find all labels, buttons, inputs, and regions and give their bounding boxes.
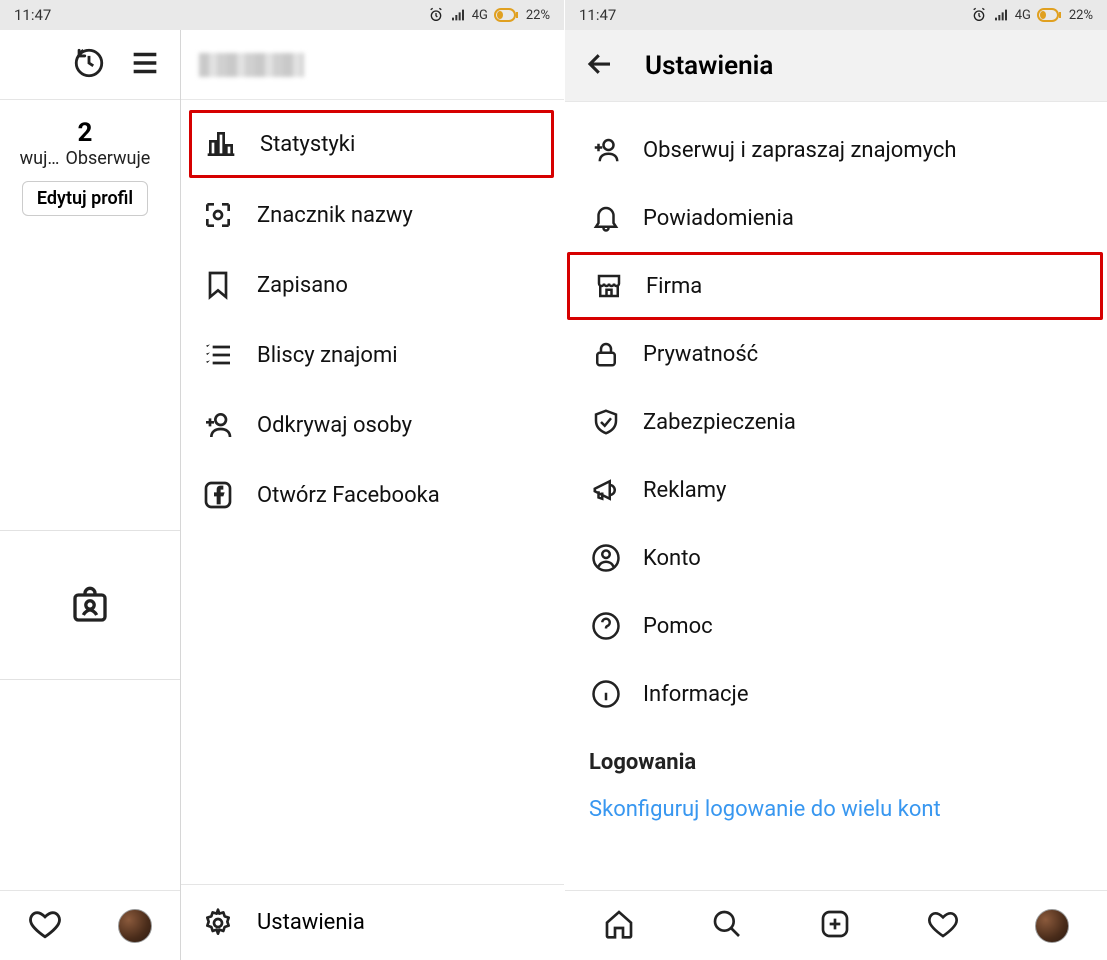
archive-icon[interactable] <box>72 46 106 84</box>
settings-item-account[interactable]: Konto <box>565 524 1107 592</box>
menu-label: Odkrywaj osoby <box>257 413 412 438</box>
settings-label: Firma <box>646 274 702 299</box>
storefront-icon <box>592 269 626 303</box>
logins-section-header: Logowania <box>565 728 1107 785</box>
phone-screenshot-left: 11:47 4G 22% 2 wuj… Obserwuje Edytuj pro… <box>0 0 565 960</box>
status-time: 11:47 <box>579 6 616 24</box>
info-icon <box>589 677 623 711</box>
help-icon <box>589 609 623 643</box>
alarm-icon <box>971 7 987 23</box>
side-menu-header <box>181 30 564 100</box>
profile-avatar-icon[interactable] <box>118 909 152 943</box>
profile-background: 2 wuj… Obserwuje Edytuj profil <box>0 30 180 890</box>
menu-label: Statystyki <box>260 132 355 157</box>
back-arrow-icon[interactable] <box>585 49 615 83</box>
activity-icon[interactable] <box>927 908 959 944</box>
add-person-icon <box>589 133 623 167</box>
menu-item-statistics[interactable]: Statystyki <box>189 110 554 178</box>
menu-label: Otwórz Facebooka <box>257 483 440 508</box>
settings-label: Konto <box>643 546 701 571</box>
profile-toolbar <box>0 30 180 100</box>
side-menu-list: Statystyki Znacznik nazwy Zapisano Blisc… <box>181 100 564 538</box>
stat-label-following: Obserwuje <box>65 148 150 169</box>
signal-icon <box>450 7 466 23</box>
nametag-icon <box>201 198 235 232</box>
bookmark-icon <box>201 268 235 302</box>
settings-label: Ustawienia <box>257 910 365 935</box>
facebook-icon <box>201 478 235 512</box>
battery-icon <box>494 8 520 22</box>
gear-icon <box>201 906 235 940</box>
side-menu-panel: Statystyki Znacznik nazwy Zapisano Blisc… <box>180 30 564 960</box>
menu-item-saved[interactable]: Zapisano <box>181 250 564 320</box>
page-title: Ustawienia <box>645 51 773 81</box>
battery-icon <box>1037 8 1063 22</box>
status-indicators: 4G 22% <box>971 7 1093 23</box>
shield-icon <box>589 405 623 439</box>
menu-item-open-facebook[interactable]: Otwórz Facebooka <box>181 460 564 530</box>
bottom-nav-partial <box>0 890 180 960</box>
settings-item-ads[interactable]: Reklamy <box>565 456 1107 524</box>
megaphone-icon <box>589 473 623 507</box>
settings-label: Prywatność <box>643 342 758 367</box>
bottom-nav <box>565 890 1107 960</box>
settings-header: Ustawienia <box>565 30 1107 102</box>
network-label: 4G <box>1015 8 1031 23</box>
status-bar: 11:47 4G 22% <box>565 0 1107 30</box>
settings-item-privacy[interactable]: Prywatność <box>565 320 1107 388</box>
settings-item-about[interactable]: Informacje <box>565 660 1107 728</box>
settings-label: Obserwuj i zapraszaj znajomych <box>643 138 957 163</box>
statistics-icon <box>204 127 238 161</box>
menu-item-discover-people[interactable]: Odkrywaj osoby <box>181 390 564 460</box>
phone-screenshot-right: 11:47 4G 22% Ustawienia Obserwuj i zapra… <box>565 0 1107 960</box>
settings-label: Zabezpieczenia <box>643 410 796 435</box>
settings-item-help[interactable]: Pomoc <box>565 592 1107 660</box>
settings-label: Reklamy <box>643 478 726 503</box>
tagged-photo-icon <box>70 585 110 625</box>
network-label: 4G <box>472 8 488 23</box>
add-person-icon <box>201 408 235 442</box>
close-friends-icon <box>201 338 235 372</box>
bell-icon <box>589 201 623 235</box>
profile-stats: 2 wuj… Obserwuje Edytuj profil <box>0 100 180 216</box>
status-bar: 11:47 4G 22% <box>0 0 564 30</box>
menu-item-close-friends[interactable]: Bliscy znajomi <box>181 320 564 390</box>
menu-label: Bliscy znajomi <box>257 343 398 368</box>
home-icon[interactable] <box>603 908 635 944</box>
stat-label-truncated: wuj… <box>20 148 60 169</box>
menu-label: Znacznik nazwy <box>257 203 413 228</box>
settings-label: Informacje <box>643 682 749 707</box>
settings-label: Pomoc <box>643 614 713 639</box>
status-time: 11:47 <box>14 6 51 24</box>
signal-icon <box>993 7 1009 23</box>
search-icon[interactable] <box>711 908 743 944</box>
hamburger-menu-icon[interactable] <box>128 46 162 84</box>
profile-avatar-icon[interactable] <box>1035 909 1069 943</box>
configure-multi-login-link[interactable]: Skonfiguruj logowanie do wielu kont <box>565 785 1107 842</box>
settings-label: Powiadomienia <box>643 206 794 231</box>
tagged-posts-placeholder[interactable] <box>0 530 180 680</box>
settings-list: Obserwuj i zapraszaj znajomych Powiadomi… <box>565 102 1107 842</box>
followers-count[interactable]: 2 <box>0 118 170 148</box>
account-icon <box>589 541 623 575</box>
settings-item-security[interactable]: Zabezpieczenia <box>565 388 1107 456</box>
battery-pct: 22% <box>526 8 550 23</box>
side-menu-settings[interactable]: Ustawienia <box>181 884 564 960</box>
alarm-icon <box>428 7 444 23</box>
add-post-icon[interactable] <box>819 908 851 944</box>
menu-label: Zapisano <box>257 273 348 298</box>
settings-item-follow-invite[interactable]: Obserwuj i zapraszaj znajomych <box>565 116 1107 184</box>
username-blurred <box>199 53 304 77</box>
settings-item-business[interactable]: Firma <box>567 252 1103 320</box>
status-indicators: 4G 22% <box>428 7 550 23</box>
settings-item-notifications[interactable]: Powiadomienia <box>565 184 1107 252</box>
lock-icon <box>589 337 623 371</box>
activity-icon[interactable] <box>28 907 62 945</box>
menu-item-nametag[interactable]: Znacznik nazwy <box>181 180 564 250</box>
battery-pct: 22% <box>1069 8 1093 23</box>
edit-profile-button[interactable]: Edytuj profil <box>22 181 148 216</box>
